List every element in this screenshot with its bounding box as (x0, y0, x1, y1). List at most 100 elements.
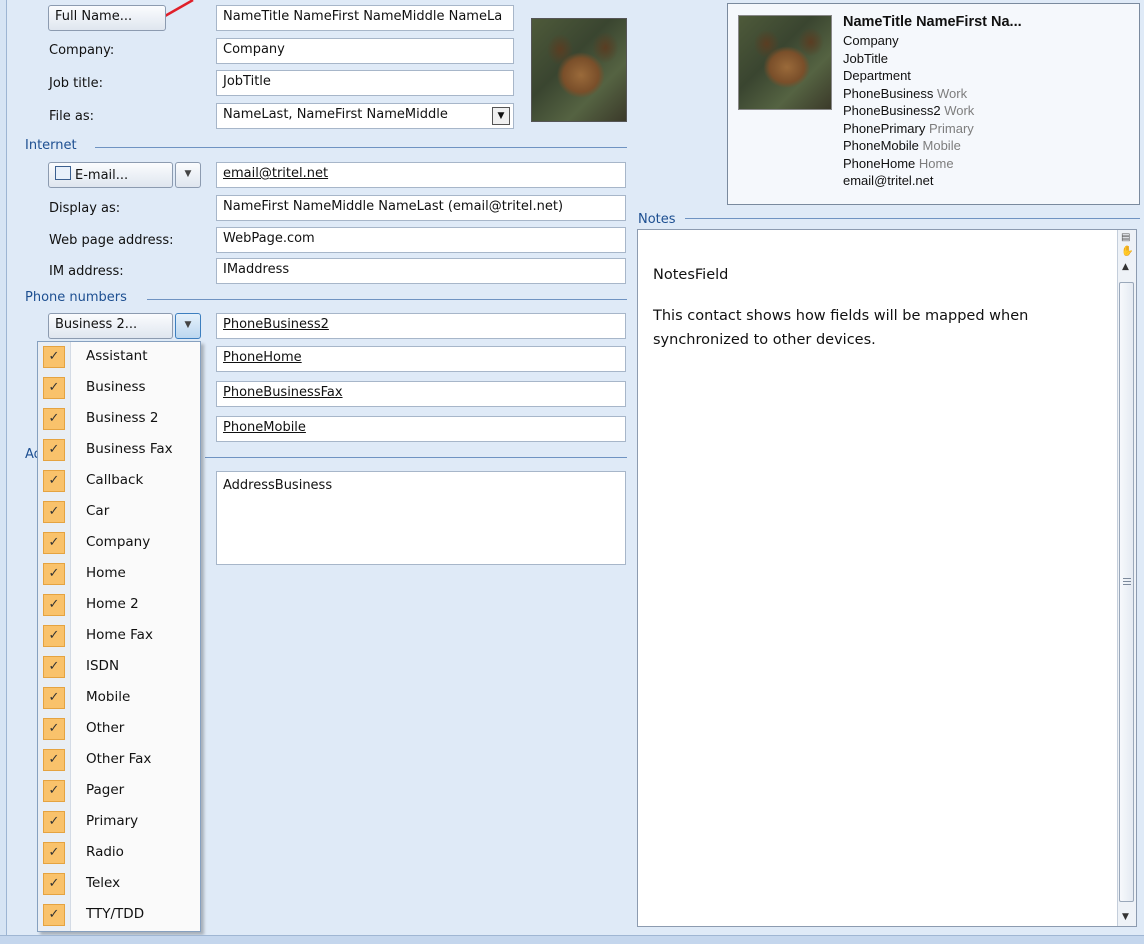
menu-item-business-2[interactable]: ✓ Business 2 (38, 405, 200, 435)
notes-field[interactable]: NotesField This contact shows how fields… (637, 229, 1137, 927)
notes-line: NotesField (653, 267, 729, 283)
checkmark-icon: ✓ (43, 780, 65, 802)
phone-value: PhoneHome (223, 350, 302, 365)
menu-item-radio[interactable]: ✓ Radio (38, 839, 200, 869)
card-phone: PhoneHome Home (843, 155, 954, 171)
checkmark-icon: ✓ (43, 563, 65, 585)
menu-item-company[interactable]: ✓ Company (38, 529, 200, 559)
email-button[interactable]: E-mail... (48, 162, 173, 188)
menu-item-business-fax[interactable]: ✓ Business Fax (38, 436, 200, 466)
card-photo (738, 15, 832, 110)
menu-item-label: Pager (86, 782, 125, 798)
checkmark-icon: ✓ (43, 904, 65, 926)
web-page-field[interactable]: WebPage.com (216, 227, 626, 253)
section-divider (205, 457, 627, 458)
menu-item-label: Car (86, 503, 110, 519)
checkmark-icon: ✓ (43, 625, 65, 647)
menu-item-pager[interactable]: ✓ Pager (38, 777, 200, 807)
menu-item-mobile[interactable]: ✓ Mobile (38, 684, 200, 714)
scroll-up-icon[interactable]: ▲ (1122, 262, 1129, 272)
section-divider (95, 147, 627, 148)
menu-item-label: Primary (86, 813, 139, 829)
hand-icon[interactable]: ✋ (1121, 246, 1133, 260)
display-as-label: Display as: (49, 201, 121, 216)
checkmark-icon: ✓ (43, 687, 65, 709)
phone-field-3[interactable]: PhoneBusinessFax (216, 381, 626, 407)
menu-item-label: Home 2 (86, 596, 139, 612)
file-as-label: File as: (49, 109, 95, 124)
file-as-select[interactable]: NameLast, NameFirst NameMiddle ▼ (216, 103, 514, 129)
menu-item-other-fax[interactable]: ✓ Other Fax (38, 746, 200, 776)
phone-type-button[interactable]: Business 2... (48, 313, 173, 339)
menu-item-car[interactable]: ✓ Car (38, 498, 200, 528)
notes-text: NotesField This contact shows how fields… (653, 263, 1093, 352)
notes-section-title: Notes (638, 212, 676, 227)
address-field[interactable]: AddressBusiness (216, 471, 626, 565)
menu-item-home[interactable]: ✓ Home (38, 560, 200, 590)
checkmark-icon: ✓ (43, 718, 65, 740)
menu-item-label: ISDN (86, 658, 120, 674)
card-phone: PhoneBusiness2 Work (843, 103, 975, 118)
menu-item-callback[interactable]: ✓ Callback (38, 467, 200, 497)
menu-item-label: Telex (86, 875, 121, 891)
chevron-down-icon: ▼ (184, 320, 192, 330)
card-phone: PhoneBusiness Work (843, 85, 968, 101)
company-field[interactable]: Company (216, 38, 514, 64)
menu-item-label: Assistant (86, 348, 148, 364)
menu-item-assistant[interactable]: ✓ Assistant (38, 343, 200, 373)
checkmark-icon: ✓ (43, 811, 65, 833)
email-button-label: E-mail... (75, 168, 129, 183)
checkmark-icon: ✓ (43, 470, 65, 492)
menu-item-isdn[interactable]: ✓ ISDN (38, 653, 200, 683)
notes-scrollbar[interactable]: ▤ ✋ ▲ ▼ (1117, 230, 1136, 926)
full-name-field[interactable]: NameTitle NameFirst NameMiddle NameLa (216, 5, 514, 31)
email-type-dropdown[interactable]: ▼ (175, 162, 201, 188)
scrollbar-thumb[interactable] (1119, 282, 1134, 902)
menu-item-primary[interactable]: ✓ Primary (38, 808, 200, 838)
display-as-field[interactable]: NameFirst NameMiddle NameLast (email@tri… (216, 195, 626, 221)
menu-item-label: Home (86, 565, 126, 581)
phone-field-4[interactable]: PhoneMobile (216, 416, 626, 442)
phone-field-1[interactable]: PhoneBusiness2 (216, 313, 626, 339)
checkmark-icon: ✓ (43, 749, 65, 771)
checkmark-icon: ✓ (43, 532, 65, 554)
phone-type-dropdown[interactable]: ▼ (175, 313, 201, 339)
checkmark-icon: ✓ (43, 377, 65, 399)
checkmark-icon: ✓ (43, 842, 65, 864)
checkmark-icon: ✓ (43, 408, 65, 430)
menu-item-tty-tdd[interactable]: ✓ TTY/TDD (38, 901, 200, 931)
business-card-preview[interactable]: NameTitle NameFirst Na... Company JobTit… (727, 3, 1140, 205)
menu-item-label: Radio (86, 844, 124, 860)
job-title-field[interactable]: JobTitle (216, 70, 514, 96)
email-value: email@tritel.net (223, 166, 329, 181)
phone-type-menu: ✓ Assistant ✓ Business ✓ Business 2 ✓ Busine… (37, 341, 201, 932)
full-name-button[interactable]: Full Name... (48, 5, 166, 31)
contact-photo[interactable] (531, 18, 627, 122)
email-field[interactable]: email@tritel.net (216, 162, 626, 188)
grip-icon (1123, 578, 1131, 579)
card-email: email@tritel.net (843, 173, 934, 188)
menu-item-home-2[interactable]: ✓ Home 2 (38, 591, 200, 621)
menu-item-label: TTY/TDD (86, 906, 145, 922)
menu-item-home-fax[interactable]: ✓ Home Fax (38, 622, 200, 652)
menu-item-label: Business (86, 379, 146, 395)
chevron-down-icon[interactable]: ▼ (492, 107, 510, 125)
web-page-label: Web page address: (49, 233, 174, 248)
menu-item-business[interactable]: ✓ Business (38, 374, 200, 404)
checkmark-icon: ✓ (43, 346, 65, 368)
card-job-title: JobTitle (843, 50, 889, 66)
menu-item-telex[interactable]: ✓ Telex (38, 870, 200, 900)
phone-value: PhoneMobile (223, 420, 306, 435)
menu-item-label: Home Fax (86, 627, 153, 643)
phone-field-2[interactable]: PhoneHome (216, 346, 626, 372)
scroll-down-icon[interactable]: ▼ (1122, 912, 1129, 922)
menu-item-label: Business Fax (86, 441, 173, 457)
card-title: NameTitle NameFirst Na... (843, 14, 1022, 30)
im-address-field[interactable]: IMaddress (216, 258, 626, 284)
menu-item-label: Business 2 (86, 410, 159, 426)
menu-item-other[interactable]: ✓ Other (38, 715, 200, 745)
page-icon[interactable]: ▤ (1121, 232, 1132, 246)
phone-value: PhoneBusinessFax (223, 385, 343, 400)
menu-item-label: Other (86, 720, 125, 736)
checkmark-icon: ✓ (43, 656, 65, 678)
